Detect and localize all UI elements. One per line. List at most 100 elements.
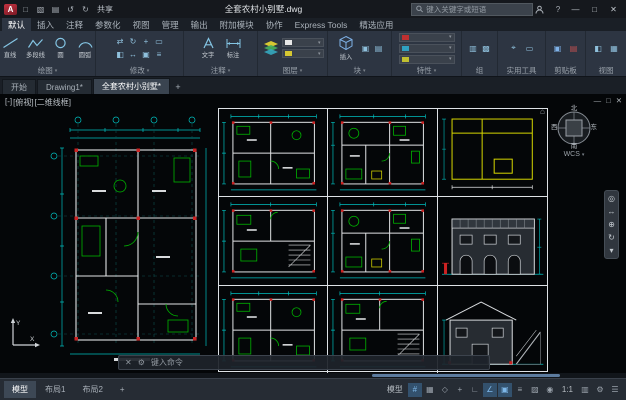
panel-label-block[interactable]: 块▾: [328, 65, 391, 76]
new-tab-button[interactable]: +: [171, 80, 185, 94]
zoom-icon[interactable]: ⊕: [608, 220, 615, 229]
open-file-icon[interactable]: ▧: [34, 3, 47, 16]
settings-icon[interactable]: ⚙: [593, 383, 607, 397]
viewcube-north-label[interactable]: 北: [551, 106, 597, 113]
layer-state-dropdown[interactable]: ▾: [282, 49, 324, 58]
ungroup-icon[interactable]: ▩: [480, 42, 492, 54]
dynamic-input-icon[interactable]: +: [453, 383, 467, 397]
panel-label-utilities[interactable]: 实用工具: [498, 65, 545, 76]
ribbon-tab-collaborate[interactable]: 协作: [260, 18, 289, 31]
lineweight-dropdown[interactable]: ▾: [399, 55, 455, 64]
dimension-button[interactable]: 标注: [222, 37, 245, 60]
ribbon-tab-addins[interactable]: 附加模块: [214, 18, 260, 31]
ribbon-tab-parametric[interactable]: 参数化: [89, 18, 127, 31]
polar-tracking-icon[interactable]: ∠: [483, 383, 497, 397]
ribbon-tab-manage[interactable]: 管理: [156, 18, 185, 31]
visual-style-control[interactable]: [二维线框]: [35, 97, 71, 108]
restore-button[interactable]: □: [586, 0, 603, 18]
panel-label-annotation[interactable]: 注释▾: [184, 65, 257, 76]
offset-icon[interactable]: ↔: [127, 49, 139, 61]
wcs-dropdown[interactable]: WCS ▾: [548, 151, 600, 158]
panel-label-properties[interactable]: 特性▾: [392, 65, 461, 76]
panel-label-clipboard[interactable]: 剪贴板: [546, 65, 585, 76]
line-button[interactable]: 直线: [0, 37, 22, 60]
layout-tab-model[interactable]: 模型: [4, 381, 36, 398]
move-icon[interactable]: ⇄: [114, 36, 126, 48]
circle-button[interactable]: 圆: [49, 37, 72, 60]
new-layout-button[interactable]: +: [112, 382, 133, 397]
text-button[interactable]: 文字: [197, 37, 220, 60]
ortho-icon[interactable]: ∟: [468, 383, 482, 397]
command-close-icon[interactable]: ✕: [125, 358, 132, 367]
file-tab-current[interactable]: 全套农村小别墅*: [93, 78, 170, 94]
panel-label-layers[interactable]: 图层▾: [258, 65, 327, 76]
search-box[interactable]: [411, 3, 533, 16]
app-menu-button[interactable]: A: [4, 4, 17, 15]
grid-icon[interactable]: #: [408, 383, 422, 397]
object-color-dropdown[interactable]: ▾: [399, 33, 455, 42]
rotate-icon[interactable]: ↻: [127, 36, 139, 48]
undo-icon[interactable]: ↺: [64, 3, 77, 16]
layer-dropdown[interactable]: ▾: [282, 38, 324, 47]
measure-icon[interactable]: ⌖: [507, 43, 521, 53]
copy-clip-icon[interactable]: ▤: [567, 44, 581, 53]
viewcube-west-label[interactable]: 西: [551, 125, 558, 132]
drawing-canvas[interactable]: [-] [俯视] [二维线框] — □ ✕: [0, 94, 626, 378]
snap-icon[interactable]: ▦: [423, 383, 437, 397]
save-icon[interactable]: ▤: [49, 3, 62, 16]
object-snap-icon[interactable]: ▣: [498, 383, 512, 397]
quick-select-icon[interactable]: ▭: [523, 44, 537, 53]
scrollbar-thumb[interactable]: [372, 374, 560, 377]
model-space-button[interactable]: 模型: [383, 384, 407, 395]
account-icon[interactable]: [535, 5, 549, 14]
close-button[interactable]: ✕: [605, 0, 622, 18]
workspace-icon[interactable]: ▥: [578, 383, 592, 397]
stretch-icon[interactable]: ▭: [153, 36, 165, 48]
command-customize-icon[interactable]: ⚙: [138, 358, 145, 367]
pan-icon[interactable]: ↔: [608, 207, 616, 216]
showmotion-icon[interactable]: ▾: [609, 246, 613, 255]
customize-icon[interactable]: ☰: [608, 383, 622, 397]
edit-block-icon[interactable]: ▤: [373, 42, 385, 54]
ribbon-tab-annotate[interactable]: 注释: [60, 18, 89, 31]
file-tab-drawing1[interactable]: Drawing1*: [37, 79, 92, 94]
ribbon-tab-featured[interactable]: 精选应用: [353, 18, 399, 31]
viewport-menu-button[interactable]: [-]: [5, 97, 12, 108]
minimize-button[interactable]: —: [567, 0, 584, 18]
transparency-icon[interactable]: ▨: [528, 383, 542, 397]
layout-tab-layout2[interactable]: 布局2: [74, 381, 110, 398]
insert-block-button[interactable]: 插入: [335, 35, 358, 62]
ribbon-tab-express[interactable]: Express Tools: [289, 18, 354, 31]
mirror-icon[interactable]: ◧: [114, 49, 126, 61]
viewport-config-icon[interactable]: ◧: [591, 44, 605, 53]
group-icon[interactable]: ▥: [467, 42, 479, 54]
panel-label-group[interactable]: 组: [462, 65, 497, 76]
viewcube-south-label[interactable]: 南: [551, 144, 597, 151]
share-button[interactable]: 共享: [94, 4, 116, 15]
view-tools-icon[interactable]: ▦: [607, 44, 621, 53]
command-input[interactable]: 键入命令: [151, 357, 183, 368]
panel-label-modify[interactable]: 修改▾: [96, 65, 183, 76]
layout-tab-layout1[interactable]: 布局1: [37, 381, 73, 398]
arc-button[interactable]: 圆弧: [74, 37, 96, 60]
ribbon-tab-output[interactable]: 输出: [185, 18, 214, 31]
file-tab-start[interactable]: 开始: [2, 79, 36, 94]
panel-label-draw[interactable]: 绘图▾: [0, 65, 95, 76]
horizontal-scrollbar[interactable]: [0, 373, 626, 378]
new-file-icon[interactable]: □: [19, 3, 32, 16]
fillet-icon[interactable]: ≡: [153, 49, 165, 61]
panel-label-view[interactable]: 视图: [586, 65, 626, 76]
ribbon-tab-view[interactable]: 视图: [127, 18, 156, 31]
redo-icon[interactable]: ↻: [79, 3, 92, 16]
ribbon-tab-insert[interactable]: 插入: [31, 18, 60, 31]
orbit-icon[interactable]: ↻: [608, 233, 615, 242]
create-block-icon[interactable]: ▣: [360, 42, 372, 54]
layer-properties-icon[interactable]: [262, 39, 280, 57]
steering-wheel-icon[interactable]: ◎: [608, 194, 615, 203]
command-line[interactable]: ✕ ⚙ 键入命令: [118, 355, 490, 370]
viewcube[interactable]: ⌂ 北 南 西 东 WCS ▾: [548, 106, 600, 158]
viewcube-east-label[interactable]: 东: [591, 125, 598, 132]
viewport-close-icon[interactable]: ✕: [616, 96, 622, 105]
help-icon[interactable]: ?: [551, 5, 565, 14]
search-input[interactable]: [426, 5, 528, 14]
